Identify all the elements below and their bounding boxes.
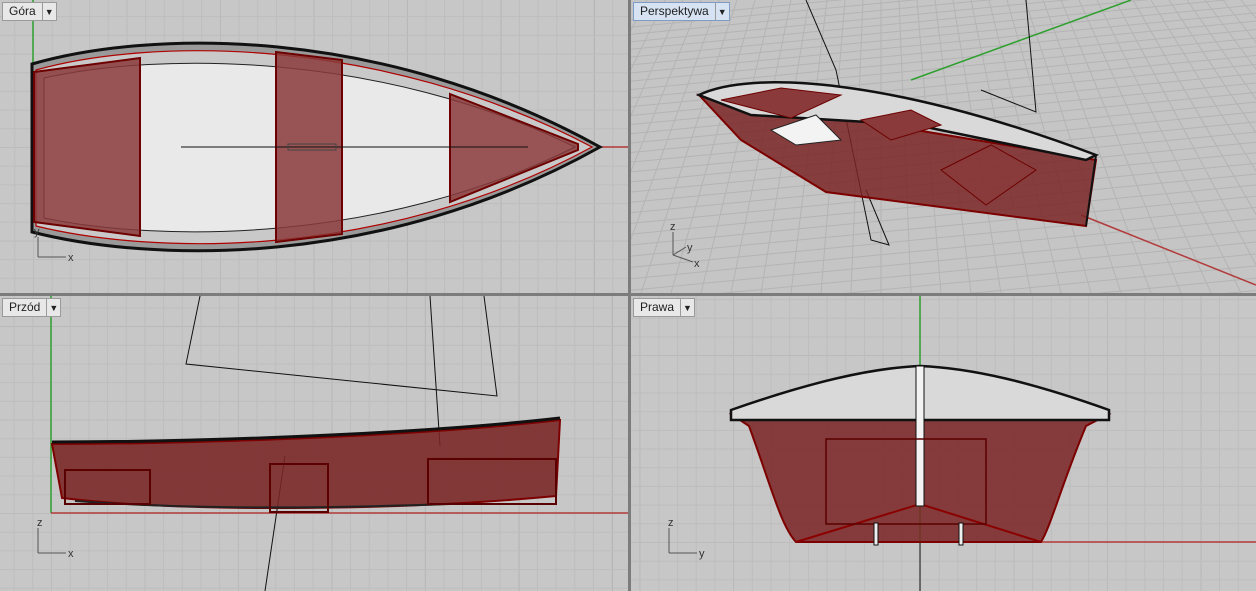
viewport-title-right[interactable]: Prawa ▼ [633,298,696,317]
axis-label-x: x [68,252,74,264]
axis-label-x: x [694,258,700,270]
axis-label-z: z [668,517,674,529]
axis-label-y: y [687,242,693,254]
viewport-title-label: Prawa [640,300,675,314]
right-view-scene: y z [668,296,1256,591]
viewport-title-perspective[interactable]: Perspektywa ▼ [633,2,730,21]
chevron-down-icon[interactable]: ▼ [46,299,60,316]
viewport-title-label: Perspektywa [640,4,709,18]
axis-label-x: x [68,548,74,560]
viewport-title-label: Góra [9,4,36,18]
viewport-right[interactable]: Prawa ▼ y z [631,296,1256,591]
viewport-title-top[interactable]: Góra ▼ [2,2,57,21]
viewport-title-label: Przód [9,300,41,314]
viewport-grid: Góra ▼ x y Perspektywa ▼ z y x Przód ▼ x… [0,0,1256,591]
chevron-down-icon[interactable]: ▼ [680,299,694,316]
chevron-down-icon[interactable]: ▼ [714,3,729,20]
axis-label-y: y [34,226,40,238]
axis-label-z: z [670,221,676,233]
viewport-top[interactable]: Góra ▼ x y [0,0,628,293]
axis-label-y: y [699,548,705,560]
top-view-scene: x y [30,0,628,264]
front-view-scene: x z [37,296,628,591]
viewport-front[interactable]: Przód ▼ x z [0,296,628,591]
viewport-perspective[interactable]: Perspektywa ▼ z y x [631,0,1256,293]
viewport-title-front[interactable]: Przód ▼ [2,298,62,317]
chevron-down-icon[interactable]: ▼ [41,3,56,20]
perspective-view-scene: z y x [631,0,1256,293]
axis-label-z: z [37,517,43,529]
